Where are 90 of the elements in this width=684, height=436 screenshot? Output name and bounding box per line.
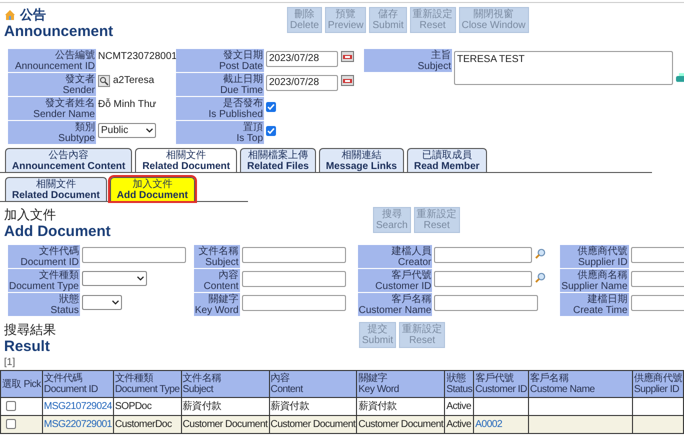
table-cell: Customer Document [357,416,446,434]
table-cell: CustomerDoc [114,416,182,434]
printer-icon[interactable] [676,73,684,83]
date-field[interactable]: 2023/07/28 [266,51,338,67]
column-header: 文件名稱 Subject [182,371,270,398]
field-label: 建檔人員 Creator [358,245,432,268]
field-label: 關鍵字 Key Word [194,293,240,316]
table-cell [632,416,684,434]
row-checkbox[interactable] [6,401,16,411]
column-header: 關鍵字 Key Word [357,371,446,398]
search-icon[interactable] [98,75,110,87]
chevron-down-icon [136,276,144,281]
input-field[interactable] [82,247,186,263]
column-header: 客戶代號 Customer ID [474,371,529,398]
tab[interactable]: 相關文件 Related Document [135,148,238,172]
page-link[interactable]: [1] [4,357,16,368]
field-label: 內容 Content [194,269,240,292]
field-label: 類別 Subtype [8,121,96,144]
table-cell: 薪資付款 [182,398,270,416]
page-title: Announcement [4,23,114,41]
select-field[interactable]: Public [98,123,156,138]
tab[interactable]: 加入文件 Add Document [110,177,195,201]
field-label: 主旨 Subject [364,49,452,72]
input-field[interactable] [242,295,346,311]
input-field[interactable] [434,295,538,311]
search-icon[interactable] [535,272,546,283]
field-label: 發文者 Sender [8,73,96,96]
tab[interactable]: 已讀取成員 Read Member [406,148,487,172]
input-field[interactable] [242,271,346,287]
table-link[interactable]: A0002 [475,419,502,430]
section-title: Result [4,338,51,355]
table-link[interactable]: MSG220729001 [44,419,112,430]
field-label: 建檔日期 Create Time [560,293,629,316]
field-label: 狀態 Status [8,293,80,316]
field-value: a2Teresa [113,75,154,86]
field-label: 文件代碼 Document ID [8,245,80,268]
chevron-down-icon [146,128,153,133]
field-value: Đỗ Minh Thư [98,99,156,110]
column-header: 供應商代號 Supplier ID [632,371,684,398]
row-checkbox[interactable] [6,419,16,429]
column-header: 內容 Content [270,371,358,398]
checkbox[interactable] [266,126,276,136]
field-label: 供應商代號 Supplier ID [560,245,629,268]
table-cell: Active [445,398,474,416]
field-label: 截止日期 Due Time [176,73,264,96]
field-label: 公告編號 Announcement ID [8,49,96,72]
search-icon[interactable] [535,248,546,259]
field-label: 客戶代號 Customer ID [358,269,432,292]
input-field[interactable] [242,247,346,263]
page-title: 公告 [20,6,46,24]
input-field[interactable] [434,247,532,263]
table-cell: SOPDoc [114,398,182,416]
tab[interactable]: 相關檔案上傳 Related Files [240,148,316,172]
select-field[interactable] [82,271,147,286]
table-cell: Customer Document [182,416,270,434]
field-label: 發文者姓名 Sender Name [8,97,96,120]
tab[interactable]: 公告內容 Announcement Content [5,148,132,172]
subject-field[interactable]: TERESA TEST [454,51,674,85]
field-label: 客戶名稱 Customer Name [358,293,432,316]
field-value: NCMT230728001 [98,51,177,62]
tab[interactable]: 相關連結 Message Links [318,148,404,172]
column-header: 選取 Pick [1,371,43,398]
calendar-icon[interactable] [341,51,354,62]
section-title: Add Document [4,223,112,240]
column-header: 狀態 Status [445,371,474,398]
section-title: 加入文件 [4,207,57,223]
field-label: 是否發布 Is Published [176,97,264,120]
select-field[interactable] [82,295,122,310]
table-cell: Active [445,416,474,434]
section-title: 搜尋結果 [4,322,57,338]
column-header: 文件種類 Document Type [114,371,182,398]
field-label: 文件種類 Document Type [8,269,80,292]
home-icon [4,9,16,21]
input-field[interactable] [434,271,532,287]
field-label: 供應商名稱 Supplier Name [560,269,629,292]
table-cell: 薪資付款 [357,398,446,416]
field-label: 文件名稱 Subject [194,245,240,268]
table-cell: Customer Document [270,416,358,434]
table-link[interactable]: MSG210729024 [44,401,112,412]
field-label: 置頂 Is Top [176,121,264,144]
chevron-down-icon [112,300,119,305]
table-cell [632,398,684,416]
checkbox[interactable] [266,102,276,112]
table-cell: 薪資付款 [270,398,358,416]
calendar-icon[interactable] [341,75,354,86]
date-field[interactable]: 2023/07/28 [266,75,338,91]
tab[interactable]: 相關文件 Related Document [5,177,107,201]
column-header: 文件代碼 Document ID [42,371,114,398]
field-label: 發文日期 Post Date [176,49,264,72]
column-header: 客戶名稱 Custome Name [529,371,633,398]
